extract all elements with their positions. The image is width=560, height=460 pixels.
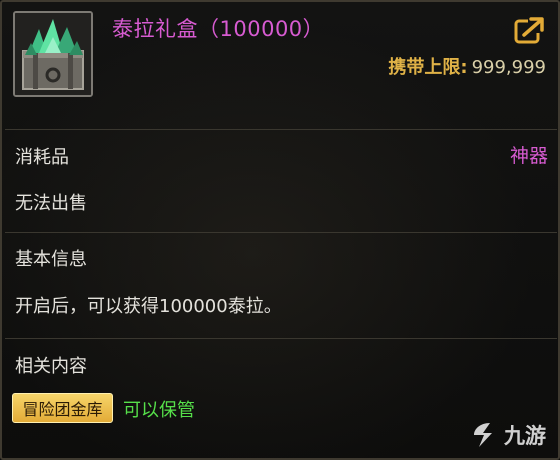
divider [5,129,557,130]
trade-status: 无法出售 [15,193,87,214]
storable-text: 可以保管 [123,400,195,421]
divider [5,338,557,339]
carry-limit-label: 携带上限: [388,57,468,78]
adventure-vault-chip[interactable]: 冒险团金库 [12,393,113,423]
watermark-text: 九游 [504,424,546,448]
item-grade: 神器 [509,145,548,167]
gift-box-icon [13,11,93,97]
item-description: 开启后，可以获得100000泰拉。 [15,296,282,317]
item-type: 消耗品 [15,147,69,168]
item-title: 泰拉礼盒（100000） [112,17,325,41]
item-tooltip-panel: 泰拉礼盒（100000） 携带上限: 999,999 消耗品 神器 无法出售 基本… [0,0,560,460]
share-icon[interactable] [514,15,546,45]
carry-limit-value: 999,999 [471,57,546,78]
divider [5,232,557,233]
related-content-header: 相关内容 [15,356,87,377]
watermark: 九游 [470,420,546,450]
basic-info-header: 基本信息 [15,249,87,270]
watermark-logo-icon [474,423,492,447]
carry-limit: 携带上限: 999,999 [388,53,546,79]
